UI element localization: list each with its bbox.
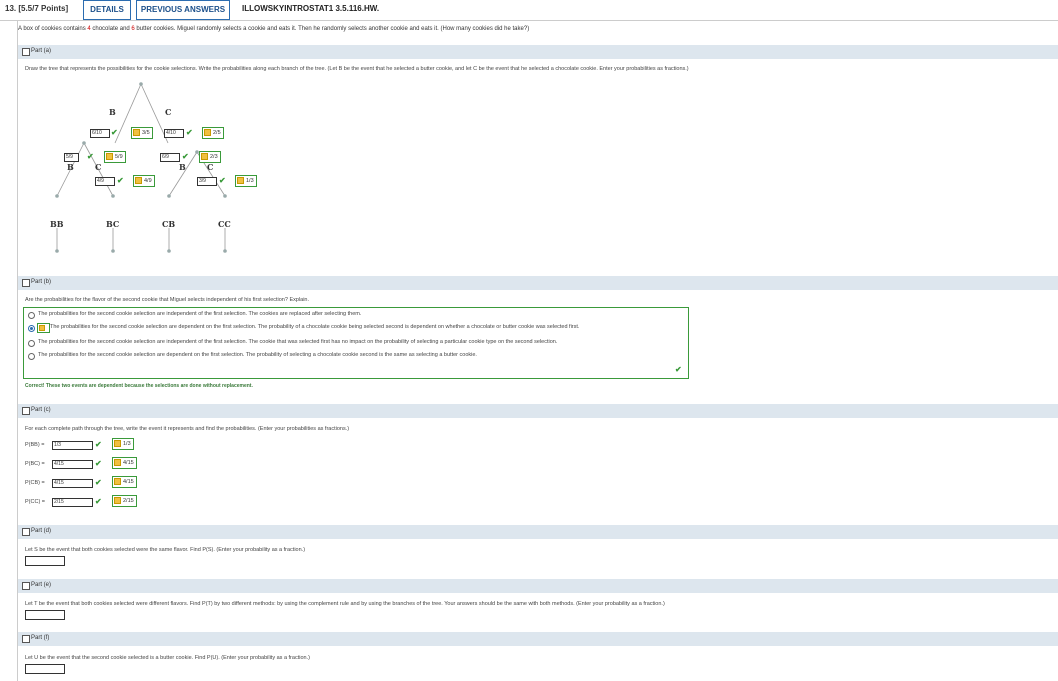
tree-label-b-top: B [109,107,116,117]
part-d-label: Part (d) [31,528,52,534]
answer-key-2-value: 2/5 [213,130,221,136]
part-d-input[interactable] [25,556,65,566]
part-c-label: Part (c) [31,407,51,413]
key-icon [114,459,121,466]
option-text-3: The probabilities for the second cookie … [38,339,558,345]
prob-input-bc[interactable]: 4/15 [52,460,93,469]
collapse-icon[interactable] [22,582,30,590]
answer-key-3-value: 5/9 [115,154,123,160]
key-icon [114,440,121,447]
branch-answer-3[interactable]: 5/9 [64,153,79,162]
prob-key-cc: 2/15 [112,495,137,507]
key-icon [133,129,140,136]
option-radio-3[interactable] [28,340,35,347]
tree-label-b-left: B [67,162,74,172]
option-text-4: The probabilities for the second cookie … [38,352,477,358]
part-e-label: Part (e) [31,582,52,588]
option-key-2 [37,323,50,333]
collapse-icon[interactable] [22,279,30,287]
prob-key-bb: 1/3 [112,438,134,450]
branch-answer-4[interactable]: 6/9 [160,153,180,162]
tree-label-c-right: C [207,162,214,172]
check-icon: ✔ [675,365,682,374]
tree-leaf-cb: CB [162,219,176,229]
answer-key-5: 4/9 [133,175,155,187]
branch-answer-5[interactable]: 4/9 [95,177,115,186]
prob-input-cb[interactable]: 4/15 [52,479,93,488]
part-e-input[interactable] [25,610,65,620]
prob-key-bc: 4/15 [112,457,137,469]
tree-leaf-cc: CC [218,219,231,229]
check-icon: ✔ [95,440,102,449]
check-icon: ✔ [111,128,118,137]
key-icon [237,177,244,184]
answer-key-2: 2/5 [202,127,224,139]
answer-key-3: 5/9 [104,151,126,163]
key-icon [39,325,45,331]
key-icon [201,153,208,160]
part-e-bar[interactable]: Part (e) [18,579,1058,593]
part-f-input[interactable] [25,664,65,674]
prob-key-bb-value: 1/3 [123,441,131,447]
answer-key-5-value: 4/9 [144,178,152,184]
prob-key-cc-value: 2/15 [123,498,134,504]
answer-key-4-value: 2/3 [210,154,218,160]
answer-key-1: 3/5 [131,127,153,139]
prob-input-bb[interactable]: 1/3 [52,441,93,450]
part-e-text: Let T be the event that both cookies sel… [25,601,665,607]
option-text-2: The probabilities for the second cookie … [50,324,580,330]
part-d-text: Let S be the event that both cookies sel… [25,547,306,553]
collapse-icon[interactable] [22,407,30,415]
tree-label-b-right: B [179,162,186,172]
prob-label-bb: P(BB) = [25,442,45,448]
key-icon [106,153,113,160]
part-c-bar[interactable]: Part (c) [18,404,1058,418]
part-b-bar[interactable]: Part (b) [18,276,1058,290]
part-d-bar[interactable]: Part (d) [18,525,1058,539]
collapse-icon[interactable] [22,635,30,643]
prob-key-cb-value: 4/15 [123,479,134,485]
check-icon: ✔ [182,152,189,161]
branch-answer-1[interactable]: 6/10 [90,129,110,138]
check-icon: ✔ [87,152,94,161]
branch-answer-6[interactable]: 3/9 [197,177,217,186]
prob-key-cb: 4/15 [112,476,137,488]
check-icon: ✔ [117,176,124,185]
check-icon: ✔ [95,497,102,506]
prob-input-cc[interactable]: 2/15 [52,498,93,507]
check-icon: ✔ [95,459,102,468]
part-f-label: Part (f) [31,635,50,641]
key-icon [114,497,121,504]
prob-label-cb: P(CB) = [25,480,45,486]
check-icon: ✔ [186,128,193,137]
answer-key-1-value: 3/5 [142,130,150,136]
collapse-icon[interactable] [22,528,30,536]
prob-label-bc: P(BC) = [25,461,45,467]
check-icon: ✔ [219,176,226,185]
answer-key-6: 1/3 [235,175,257,187]
prob-key-bc-value: 4/15 [123,460,134,466]
part-c-instructions: For each complete path through the tree,… [25,426,350,432]
key-icon [114,478,121,485]
answer-key-6-value: 1/3 [246,178,254,184]
part-b-label: Part (b) [31,279,52,285]
branch-answer-2[interactable]: 4/10 [164,129,184,138]
option-text-1: The probabilities for the second cookie … [38,311,362,317]
part-f-bar[interactable]: Part (f) [18,632,1058,646]
tree-label-c-top: C [165,107,172,117]
feedback-correct: Correct! These two events are dependent … [25,383,253,389]
tree-leaf-bb: BB [50,219,64,229]
option-radio-2[interactable] [28,325,35,332]
option-radio-1[interactable] [28,312,35,319]
tree-leaf-bc: BC [106,219,120,229]
key-icon [204,129,211,136]
key-icon [135,177,142,184]
part-f-text: Let U be the event that the second cooki… [25,655,310,661]
option-radio-4[interactable] [28,353,35,360]
part-b-question: Are the probabilities for the flavor of … [25,297,310,303]
prob-label-cc: P(CC) = [25,499,46,505]
tree-label-c-left: C [95,162,102,172]
check-icon: ✔ [95,478,102,487]
